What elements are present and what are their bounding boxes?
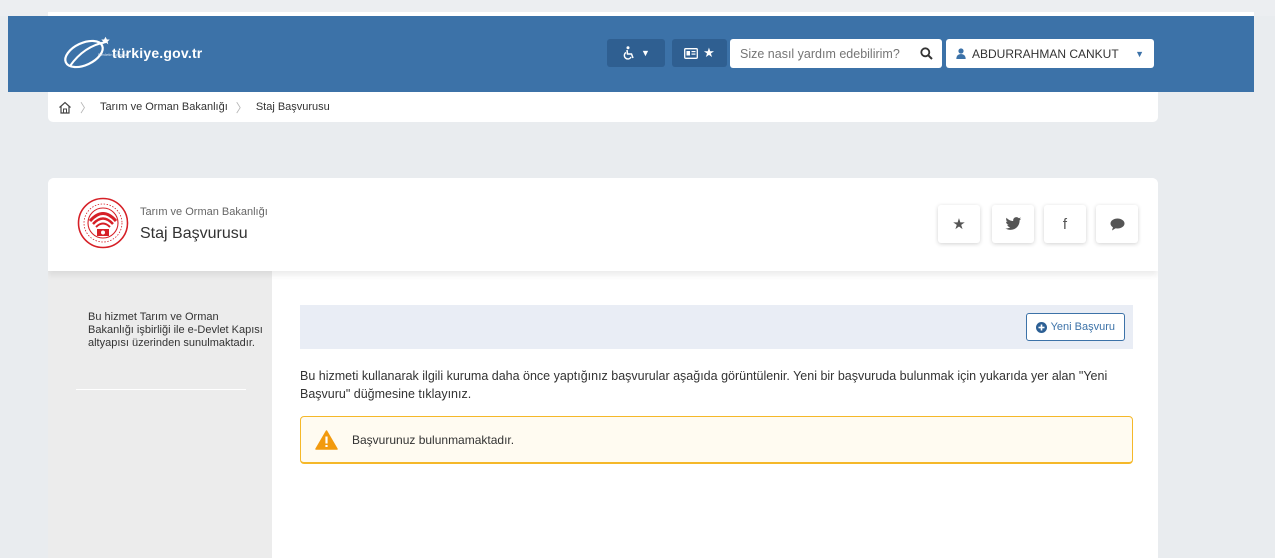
turkiye-gov-logo[interactable]: türkiye.gov.tr Devletin Kısayolu [60,36,202,70]
warning-icon [315,429,338,450]
top-strip [0,0,1275,16]
breadcrumb-separator: 〉 [235,100,248,115]
search-icon[interactable] [920,47,933,60]
ministry-emblem-icon [77,197,129,249]
favorites-button[interactable]: ★ [672,39,727,67]
sidebar-divider [76,389,246,390]
plus-circle-icon [1035,321,1047,333]
facebook-share-button[interactable]: f [1044,205,1086,243]
main-content: Yeni Başvuru Bu hizmeti kullanarak ilgil… [272,271,1158,558]
user-name: ABDURRAHMAN CANKUT [972,46,1119,61]
service-header: Tarım ve Orman Bakanlığı Staj Başvurusu … [48,178,1158,271]
search-input[interactable] [740,46,920,61]
breadcrumb-item-service: Staj Başvurusu [255,101,330,113]
user-icon [956,48,966,59]
search-box[interactable] [730,39,942,68]
star-icon: ★ [952,216,966,233]
id-card-icon [684,47,699,59]
new-application-label: Yeni Başvuru [1050,321,1115,333]
breadcrumb: 〉 Tarım ve Orman Bakanlığı 〉 Staj Başvur… [48,92,1158,122]
new-application-button[interactable]: Yeni Başvuru [1025,313,1125,341]
wheelchair-icon [623,46,634,60]
site-header: türkiye.gov.tr Devletin Kısayolu ▼ ★ Siz… [8,16,1254,92]
action-toolbar: Yeni Başvuru [300,305,1133,349]
service-title: Staj Başvurusu [140,225,248,242]
chevron-down-icon: ▼ [1135,48,1144,59]
user-menu[interactable]: ABDURRAHMAN CANKUT ▼ [946,39,1154,68]
breadcrumb-separator: 〉 [80,100,93,115]
info-text: Bu hizmeti kullanarak ilgili kuruma daha… [300,369,1108,401]
home-icon[interactable] [58,101,72,114]
breadcrumb-item-ministry[interactable]: Tarım ve Orman Bakanlığı [100,101,228,113]
warning-alert: Başvurunuz bulunmamaktadır. [300,416,1133,464]
facebook-icon: f [1062,215,1068,233]
comment-icon [1110,218,1124,230]
twitter-share-button[interactable] [992,205,1034,243]
star-icon: ★ [703,45,715,60]
add-favorite-button[interactable]: ★ [938,205,980,243]
twitter-icon [1004,217,1021,230]
sidebar: Bu hizmet Tarım ve Orman Bakanlığı işbir… [48,271,272,558]
accessibility-button[interactable]: ▼ [607,39,665,67]
feedback-button[interactable] [1096,205,1138,243]
service-card: Tarım ve Orman Bakanlığı Staj Başvurusu … [48,178,1158,558]
institution-name[interactable]: Tarım ve Orman Bakanlığı [140,206,268,218]
sidebar-note: Bu hizmet Tarım ve Orman Bakanlığı işbir… [88,311,263,349]
chevron-down-icon: ▼ [641,48,650,58]
alert-message: Başvurunuz bulunmamaktadır. [352,432,515,447]
logo-subtext: Devletin Kısayolu [98,52,129,57]
